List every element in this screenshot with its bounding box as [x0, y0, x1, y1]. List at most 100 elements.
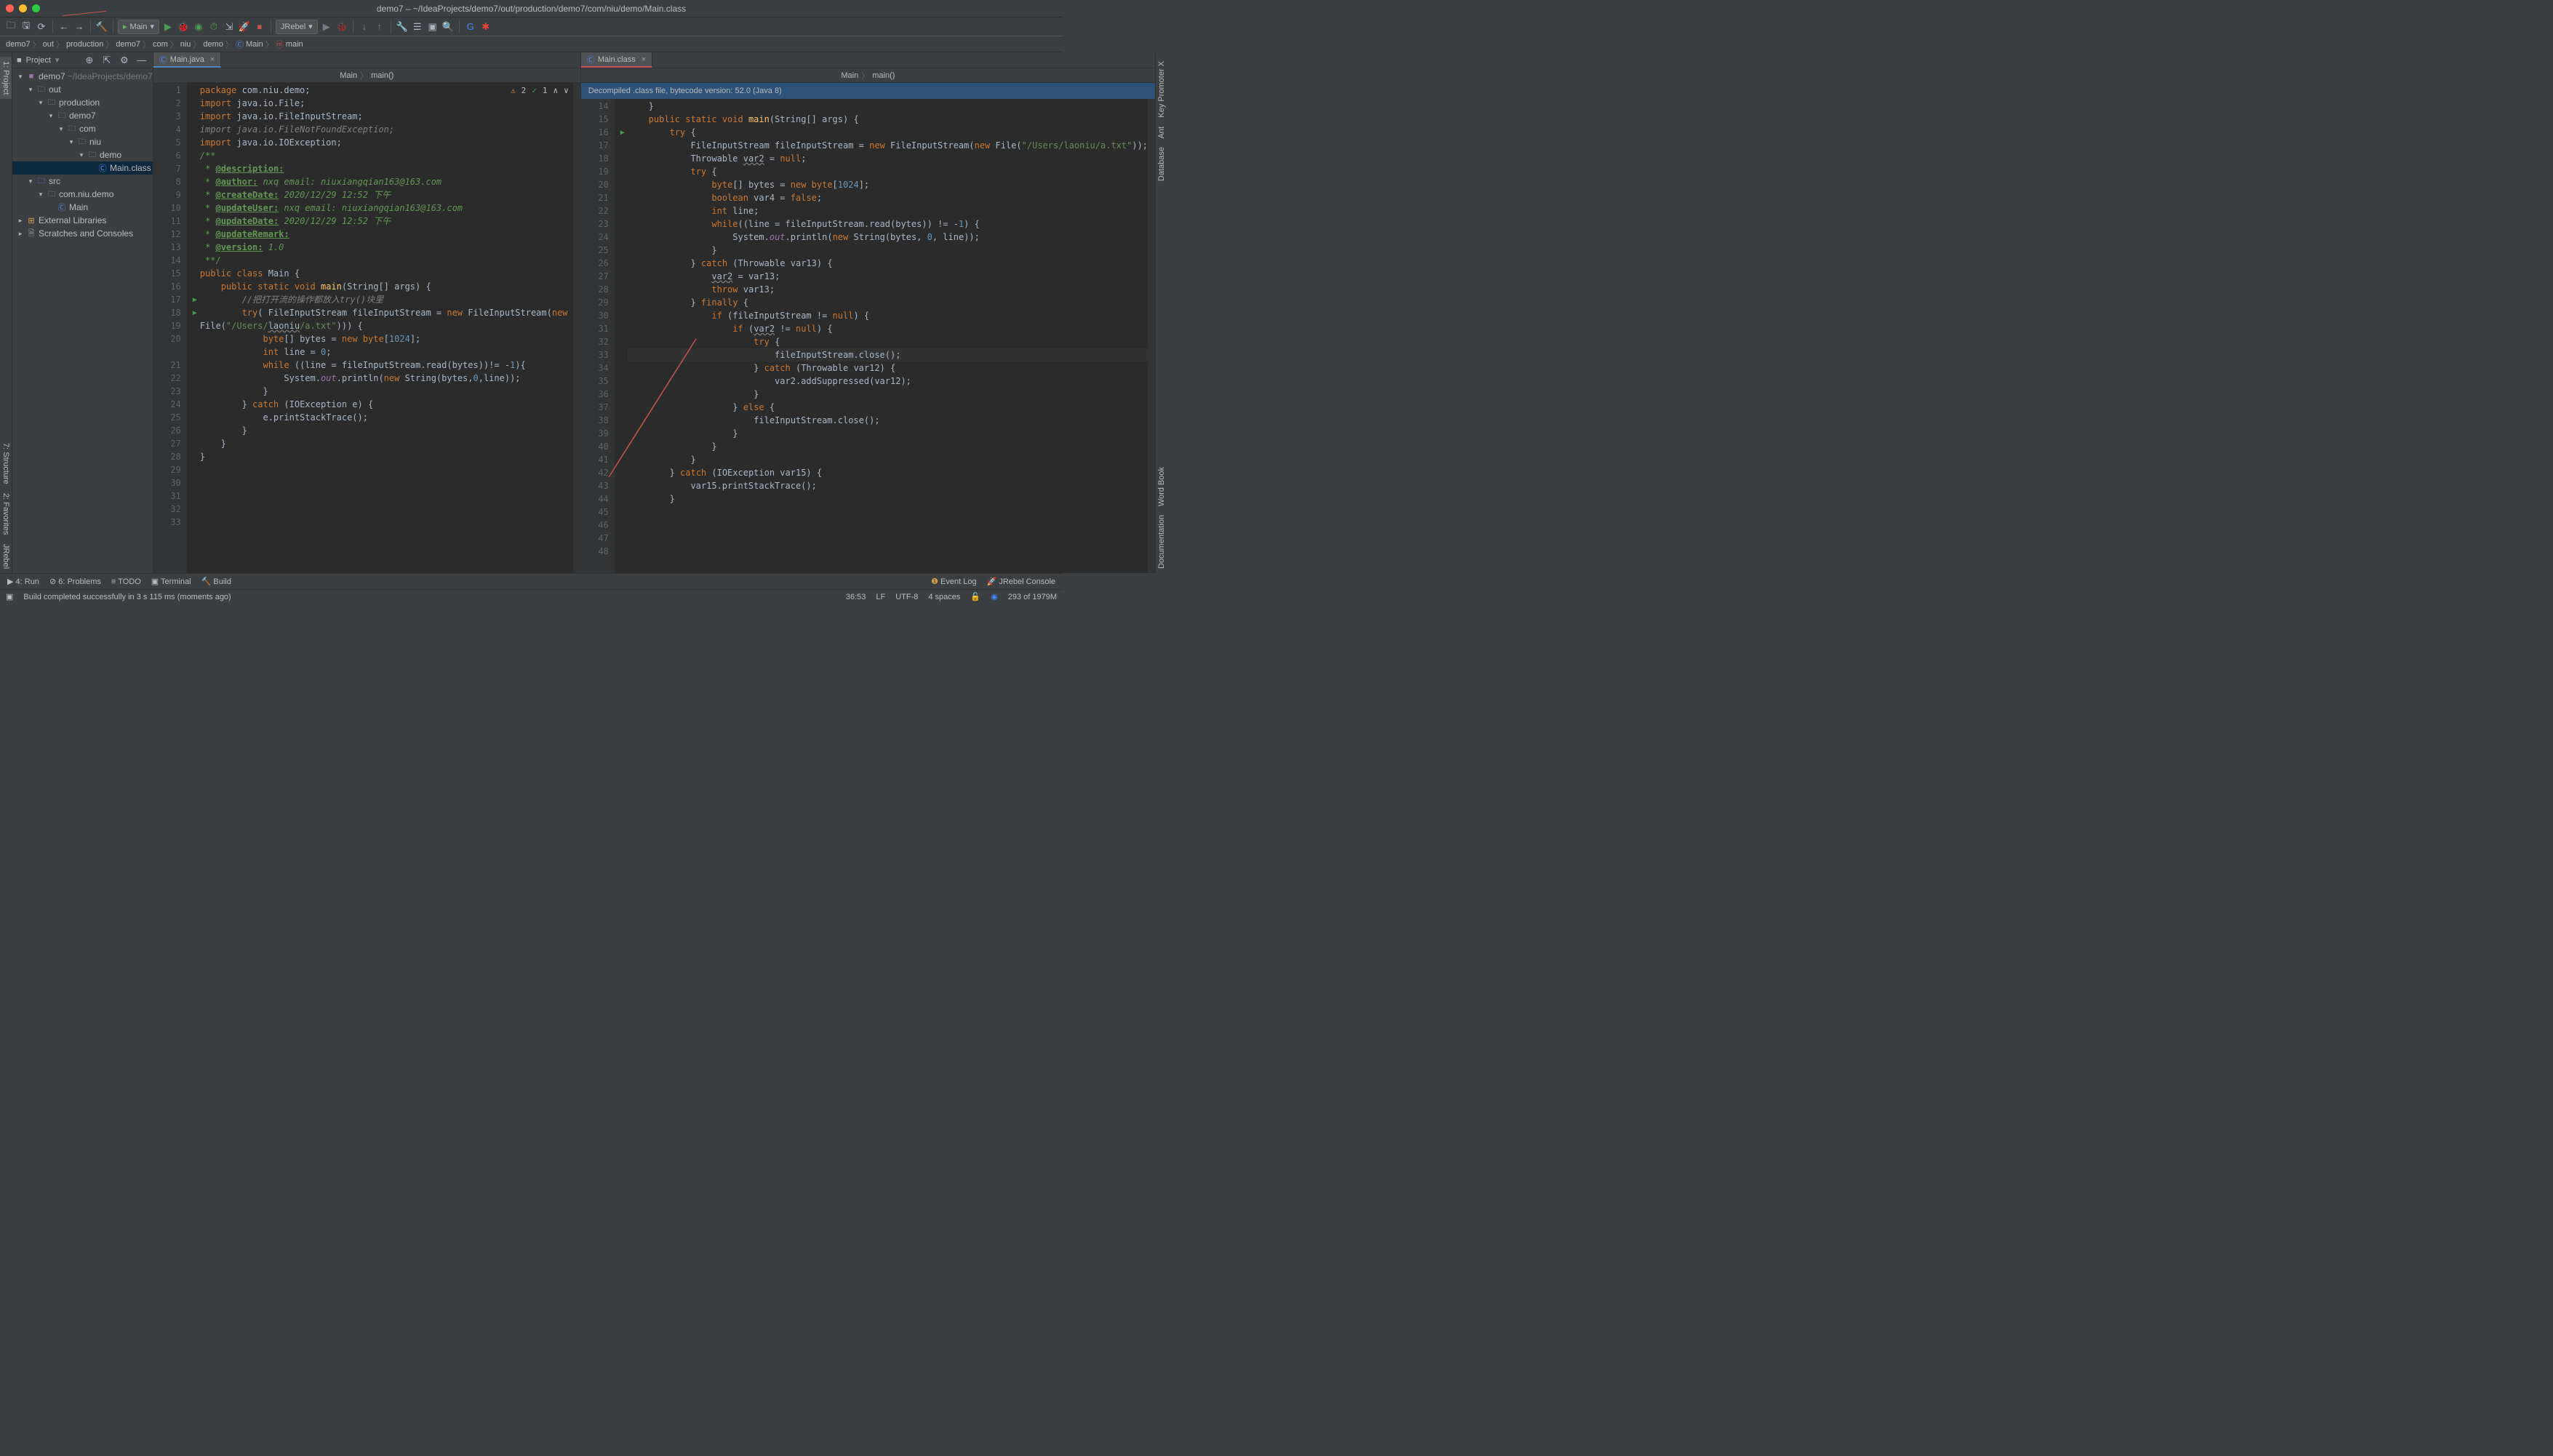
tree-row[interactable]: ▸🗎Scratches and Consoles: [12, 227, 153, 240]
editor-left: Ⓒ Main.java × Main 〉 main() 123456789101…: [153, 52, 581, 573]
zoom-icon[interactable]: [32, 4, 40, 12]
tree-row[interactable]: ▾🗀niu: [12, 135, 153, 148]
coverage-icon[interactable]: ◉: [192, 20, 205, 33]
status-encoding[interactable]: UTF-8: [895, 593, 918, 601]
extension-icon[interactable]: ✱: [479, 20, 492, 33]
tree-row[interactable]: ▸⊞External Libraries: [12, 214, 153, 227]
scrollbar[interactable]: [573, 83, 580, 573]
project-tree[interactable]: ▾■demo7 ~/IdeaProjects/demo7▾🗀out▾🗀produ…: [12, 68, 153, 241]
translate-icon[interactable]: G: [464, 20, 477, 33]
rail-favorites[interactable]: 2: Favorites: [0, 489, 12, 539]
chrome-icon[interactable]: ◉: [991, 592, 998, 601]
rail-word-book[interactable]: Word Book: [1156, 463, 1167, 511]
profile-icon[interactable]: ⏱: [207, 20, 220, 33]
jrebel-debug-icon[interactable]: 🐞: [335, 20, 348, 33]
rail-database[interactable]: Database: [1156, 143, 1167, 185]
status-toggle-icon[interactable]: ▣: [6, 592, 13, 601]
tree-row[interactable]: ▾🗀demo: [12, 148, 153, 161]
run-icon[interactable]: ▶: [161, 20, 175, 33]
tree-row[interactable]: ▾🗀src: [12, 175, 153, 188]
bc-6[interactable]: demo: [203, 40, 223, 49]
tree-row[interactable]: ▾🗀out: [12, 83, 153, 96]
settings-icon[interactable]: 🔧: [396, 20, 409, 33]
select-target-icon[interactable]: ⊕: [83, 54, 96, 67]
forward-icon[interactable]: →: [73, 20, 86, 33]
rail-jrebel[interactable]: JRebel: [0, 540, 12, 573]
tree-row[interactable]: ⒸMain.class: [12, 161, 153, 175]
bb-jrebel-console[interactable]: 🚀 JRebel Console: [987, 577, 1055, 586]
profiler-icon[interactable]: ▣: [426, 20, 439, 33]
bb-build[interactable]: 🔨 Build: [201, 577, 231, 586]
hint-icon[interactable]: ✓: [532, 84, 537, 97]
tree-row[interactable]: ⒸMain: [12, 201, 153, 214]
structure-popup-icon[interactable]: ☰: [411, 20, 424, 33]
bc-1[interactable]: out: [43, 40, 54, 49]
minimize-icon[interactable]: [19, 4, 27, 12]
editor-breadcrumb-left: Main 〉 main(): [153, 68, 580, 83]
close-icon[interactable]: ×: [642, 55, 646, 64]
chevron-up-icon[interactable]: ∧: [554, 84, 559, 97]
refresh-icon[interactable]: ⟳: [35, 20, 48, 33]
gear-icon[interactable]: ⚙: [118, 54, 131, 67]
run-config-label: Main: [130, 23, 148, 31]
bc-4[interactable]: com: [153, 40, 168, 49]
warning-icon[interactable]: ⚠: [511, 84, 516, 97]
tree-row[interactable]: ▾🗀com.niu.demo: [12, 188, 153, 201]
rail-ant[interactable]: Ant: [1156, 122, 1167, 143]
jrebel-run-icon[interactable]: ▶: [320, 20, 333, 33]
rail-structure[interactable]: 7: Structure: [0, 439, 12, 489]
vcs-commit-icon[interactable]: ↑: [373, 20, 386, 33]
inspection-widgets[interactable]: ⚠2 ✓1 ∧ ∨: [511, 84, 569, 97]
open-icon[interactable]: 🗀: [4, 20, 17, 33]
close-icon[interactable]: [6, 4, 14, 12]
bc-8[interactable]: main: [286, 40, 303, 49]
save-icon[interactable]: 🖫: [20, 20, 33, 33]
gutter-left[interactable]: 1234567891011121314151617181920 21222324…: [153, 83, 187, 573]
rail-documentation[interactable]: Documentation: [1156, 511, 1167, 573]
status-eol[interactable]: LF: [876, 593, 885, 601]
tab-main-java[interactable]: Ⓒ Main.java ×: [153, 52, 222, 68]
rocket-icon[interactable]: 🚀: [238, 20, 251, 33]
scrollbar[interactable]: [1148, 99, 1155, 573]
tree-row[interactable]: ▾🗀production: [12, 96, 153, 109]
bb-problems[interactable]: ⊘ 6: Problems: [49, 577, 101, 586]
back-icon[interactable]: ←: [57, 20, 71, 33]
rail-project[interactable]: 1: Project: [0, 57, 12, 99]
bc-2[interactable]: production: [66, 40, 103, 49]
tree-row[interactable]: ▾■demo7 ~/IdeaProjects/demo7: [12, 70, 153, 83]
code-area-left[interactable]: 1234567891011121314151617181920 21222324…: [153, 83, 580, 573]
traffic-lights: [6, 4, 40, 12]
bc-5[interactable]: niu: [180, 40, 191, 49]
attach-icon[interactable]: ⇲: [223, 20, 236, 33]
rail-key-promoter[interactable]: Key Promoter X: [1156, 57, 1167, 122]
code-left[interactable]: package com.niu.demo;import java.io.File…: [187, 83, 573, 573]
search-icon[interactable]: 🔍: [442, 20, 455, 33]
bb-terminal[interactable]: ▣ Terminal: [151, 577, 191, 586]
status-memory[interactable]: 293 of 1979M: [1008, 593, 1057, 601]
code-right[interactable]: } public static void main(String[] args)…: [615, 99, 1148, 573]
expand-icon[interactable]: ⇱: [100, 54, 113, 67]
build-icon[interactable]: 🔨: [95, 20, 108, 33]
vcs-update-icon[interactable]: ↓: [358, 20, 371, 33]
bb-run[interactable]: ▶ 4: Run: [7, 577, 39, 586]
chevron-down-icon[interactable]: ∨: [564, 84, 569, 97]
code-area-right[interactable]: 1415161718192021222324252627282930313233…: [581, 99, 1155, 573]
tree-row[interactable]: ▾🗀com: [12, 122, 153, 135]
status-indent[interactable]: 4 spaces: [928, 593, 960, 601]
lock-icon[interactable]: 🔓: [970, 592, 980, 601]
bc-0[interactable]: demo7: [6, 40, 31, 49]
bb-todo[interactable]: ≡ TODO: [111, 577, 141, 586]
close-icon[interactable]: ×: [210, 55, 215, 64]
tree-row[interactable]: ▾🗀demo7: [12, 109, 153, 122]
bc-3[interactable]: demo7: [116, 40, 140, 49]
stop-icon[interactable]: ⏹: [253, 20, 266, 33]
run-config-select[interactable]: ▸ Main ▾: [118, 20, 159, 34]
hide-icon[interactable]: —: [135, 54, 148, 67]
bb-event-log[interactable]: ❶Event Log: [931, 577, 976, 586]
gutter-right[interactable]: 1415161718192021222324252627282930313233…: [581, 99, 615, 573]
jrebel-select[interactable]: JRebel ▾: [276, 20, 318, 34]
debug-icon[interactable]: 🐞: [177, 20, 190, 33]
status-caret[interactable]: 36:53: [846, 593, 866, 601]
tab-main-class[interactable]: Ⓒ Main.class ×: [581, 52, 652, 68]
bc-7[interactable]: Main: [246, 40, 263, 49]
